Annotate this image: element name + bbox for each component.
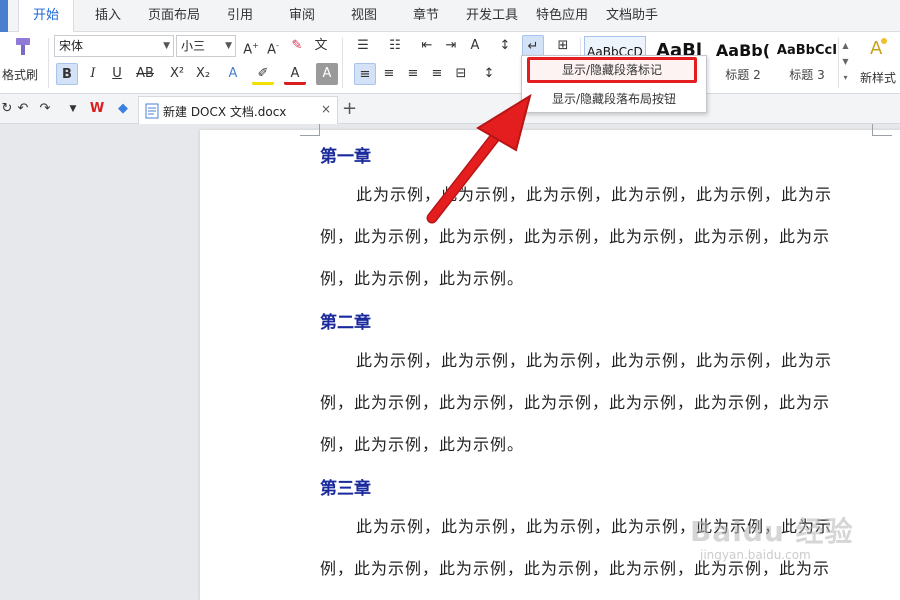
- underline-button[interactable]: U: [106, 63, 128, 85]
- document-icon: [145, 103, 159, 119]
- paragraph-mark-button[interactable]: ↵: [522, 35, 544, 57]
- new-style-button[interactable]: A 新样式: [858, 36, 898, 86]
- italic-button[interactable]: I: [82, 63, 104, 85]
- paragraph-line: 例，此为示例，此为示例，此为示例，此为示例，此为示例，此为示: [320, 393, 831, 412]
- chapter-heading: 第三章: [320, 479, 371, 499]
- paragraph: 此为示例，此为示例，此为示例，此为示例，此为示例，此为示 例，此为示例，此为示例…: [320, 174, 880, 300]
- style-sample: AaBb(: [715, 41, 771, 60]
- align-center-icon[interactable]: ≡: [378, 63, 400, 85]
- paragraph-line: 例，此为示例，此为示例，此为示例，此为示例，此为示例，此为示: [320, 227, 831, 246]
- watermark-logo: Baidu 经验: [690, 515, 854, 548]
- menu-item-toggle-layout-button[interactable]: 显示/隐藏段落布局按钮: [522, 86, 706, 112]
- font-size-value: 小三: [181, 39, 206, 53]
- bold-button[interactable]: B: [56, 63, 78, 85]
- paragraph-line: 此为示例，此为示例，此为示例，此为示例，此为示例，此为示: [356, 185, 833, 204]
- paragraph-line: 例，此为示例，此为示例。: [320, 269, 525, 288]
- tab-review[interactable]: 审阅: [278, 0, 326, 32]
- close-icon[interactable]: ×: [321, 102, 331, 116]
- paragraph-line: 例，此为示例，此为示例。: [320, 435, 525, 454]
- font-color-icon[interactable]: A: [284, 63, 306, 85]
- tab-developer[interactable]: 开发工具: [462, 0, 522, 32]
- style-gallery-scroll[interactable]: ▲ ▼ ▾: [838, 38, 852, 88]
- new-tab-button[interactable]: +: [342, 98, 357, 119]
- watermark-url: jingyan.baidu.com: [700, 548, 811, 562]
- subscript-icon[interactable]: X₂: [192, 63, 214, 85]
- new-style-icon: A: [870, 38, 887, 59]
- document-tab-name: 新建 DOCX 文档.docx: [163, 105, 287, 119]
- align-left-icon[interactable]: ≡: [354, 63, 376, 85]
- paragraph-line: 此为示例，此为示例，此为示例，此为示例，此为示例，此为示: [356, 351, 833, 370]
- tab-page-layout[interactable]: 页面布局: [140, 0, 208, 32]
- increase-indent-icon[interactable]: ⇥: [440, 35, 462, 57]
- font-name-value: 宋体: [59, 39, 84, 53]
- chapter-heading: 第一章: [320, 147, 371, 167]
- document-tab[interactable]: 新建 DOCX 文档.docx ×: [138, 96, 338, 124]
- tab-home[interactable]: 开始: [18, 0, 74, 33]
- new-style-label: 新样式: [859, 71, 896, 85]
- app-menu-button[interactable]: [0, 0, 8, 32]
- paragraph: 此为示例，此为示例，此为示例，此为示例，此为示例，此为示 例，此为示例，此为示例…: [320, 340, 880, 466]
- tab-special-apps[interactable]: 特色应用: [532, 0, 592, 32]
- distributed-align-icon[interactable]: ⊟: [450, 63, 472, 85]
- highlight-icon[interactable]: ✐: [252, 63, 274, 85]
- grow-font-icon[interactable]: A+: [240, 35, 262, 57]
- margin-mark: [872, 124, 892, 136]
- style-heading-2[interactable]: AaBb( 标题 2: [712, 36, 774, 92]
- phonetic-guide-icon[interactable]: 文: [310, 35, 332, 57]
- text-effect-icon[interactable]: A: [222, 63, 244, 85]
- menu-item-toggle-paragraph-marks[interactable]: 显示/隐藏段落标记: [527, 57, 697, 83]
- style-name: 标题 2: [725, 68, 761, 82]
- customize-qat-icon[interactable]: ▼: [62, 98, 84, 120]
- clear-format-icon[interactable]: ✎: [286, 35, 308, 57]
- redo-icon[interactable]: ↷: [34, 98, 56, 120]
- sort-icon[interactable]: ↕: [494, 35, 516, 57]
- tab-references[interactable]: 引用: [216, 0, 264, 32]
- chevron-down-icon: ▼: [225, 41, 232, 51]
- style-heading-3[interactable]: AaBbCcI 标题 3: [776, 36, 838, 92]
- chevron-down-icon: ▼: [163, 41, 170, 51]
- format-painter-icon[interactable]: [12, 36, 34, 58]
- decrease-indent-icon[interactable]: ⇤: [416, 35, 438, 57]
- numbering-icon[interactable]: ☷: [384, 35, 406, 57]
- line-spacing-icon[interactable]: ↕: [478, 63, 500, 85]
- style-name: 标题 3: [789, 68, 825, 82]
- bullets-icon[interactable]: ☰: [352, 35, 374, 57]
- format-painter-label[interactable]: 格式刷: [2, 66, 38, 83]
- tab-sections[interactable]: 章节: [402, 0, 450, 32]
- wps-logo-icon[interactable]: W: [86, 98, 108, 120]
- tab-view[interactable]: 视图: [340, 0, 388, 32]
- margin-mark: [300, 124, 320, 136]
- tab-doc-assistant[interactable]: 文档助手: [602, 0, 662, 32]
- ribbon-separator: [48, 38, 49, 88]
- cube-icon[interactable]: ◆: [112, 98, 134, 120]
- quick-access-toolbar: ↻ ↶ ↷ ▼ W ◆ 新建 DOCX 文档.docx × +: [0, 94, 900, 124]
- undo-icon[interactable]: ↶: [12, 98, 34, 120]
- align-right-icon[interactable]: ≡: [402, 63, 424, 85]
- tab-insert[interactable]: 插入: [84, 0, 132, 32]
- strikethrough-button[interactable]: AB: [134, 63, 156, 85]
- text-direction-icon[interactable]: A: [464, 35, 486, 57]
- superscript-icon[interactable]: X²: [166, 63, 188, 85]
- style-sample: AaBbCcI: [776, 43, 838, 58]
- ribbon: 格式刷 宋体 ▼ 小三 ▼ A+ A- ✎ 文 B I U AB X² X₂ A…: [0, 32, 900, 94]
- table-icon[interactable]: ⊞: [552, 35, 574, 57]
- justify-icon[interactable]: ≡: [426, 63, 448, 85]
- char-shading-icon[interactable]: A: [316, 63, 338, 85]
- menu-bar: 开始 插入 页面布局 引用 审阅 视图 章节 开发工具 特色应用 文档助手: [0, 0, 900, 33]
- paragraph-mark-dropdown: 显示/隐藏段落标记 显示/隐藏段落布局按钮: [521, 55, 707, 113]
- chapter-heading: 第二章: [320, 313, 371, 333]
- font-name-select[interactable]: 宋体 ▼: [54, 35, 174, 57]
- ribbon-separator: [342, 38, 343, 88]
- font-size-select[interactable]: 小三 ▼: [176, 35, 236, 57]
- shrink-font-icon[interactable]: A-: [262, 35, 284, 57]
